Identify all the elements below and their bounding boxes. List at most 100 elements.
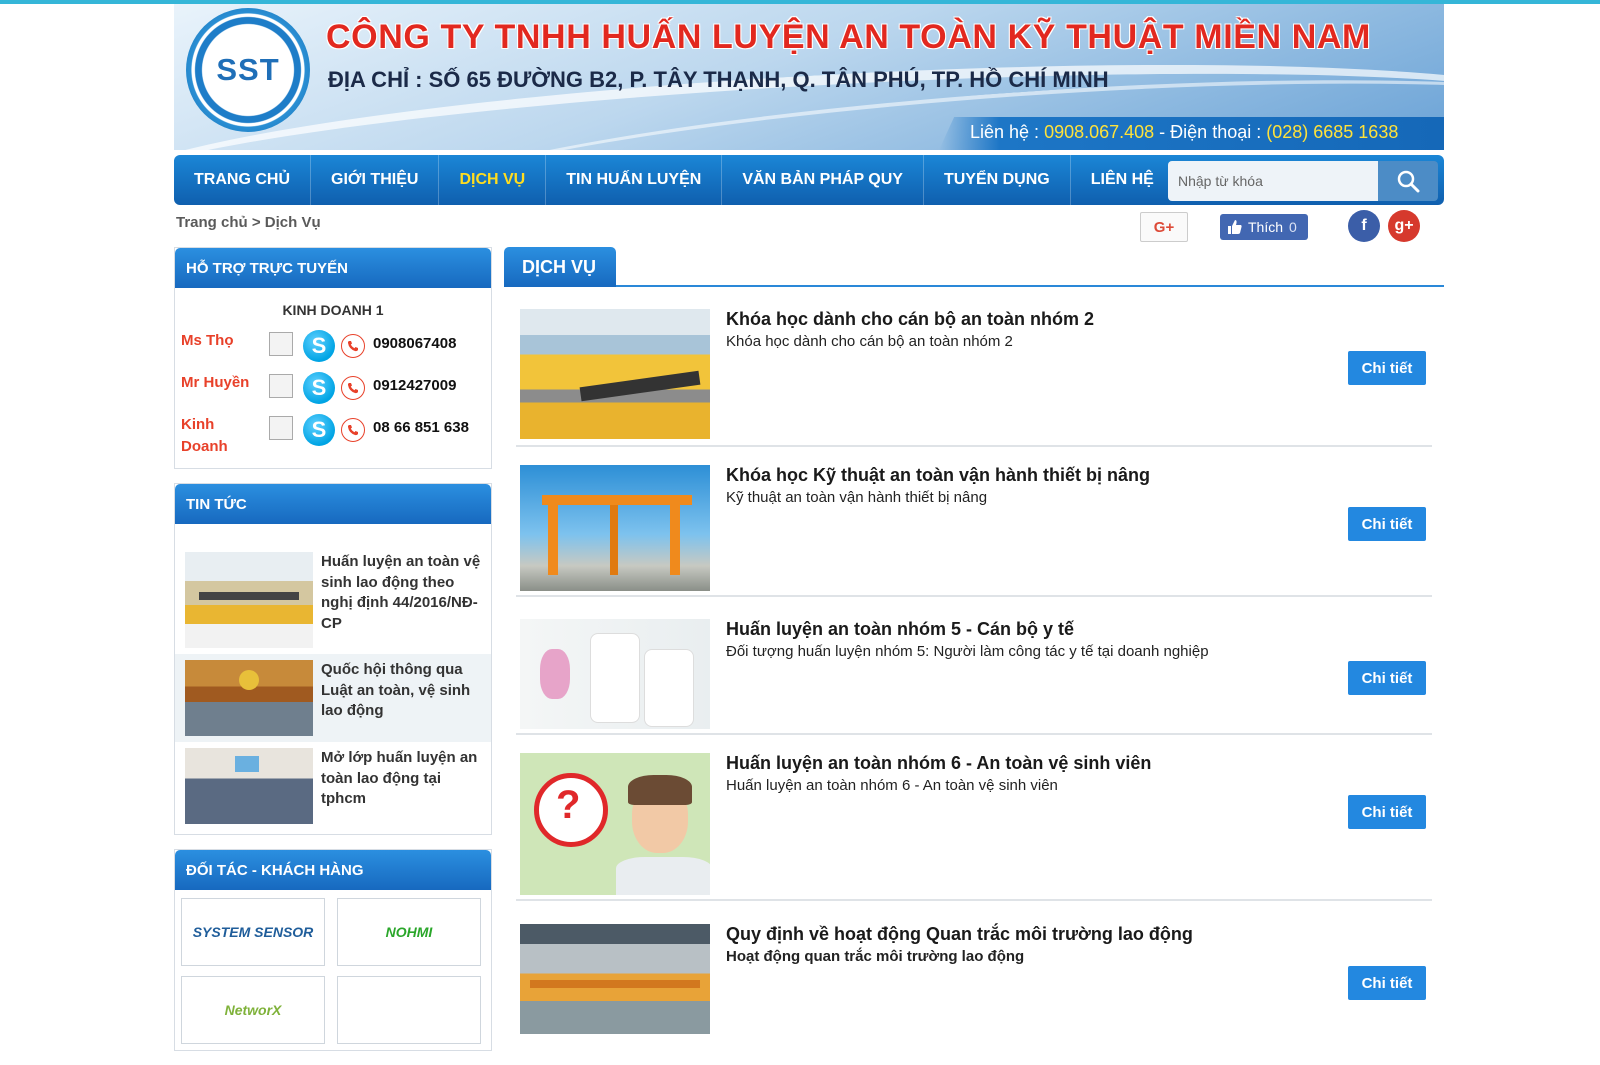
news-box: TIN TỨC Huấn luyện an toàn vệ sinh lao đ…: [174, 483, 492, 835]
page-container: SST CÔNG TY TNHH HUẤN LUYỆN AN TOÀN KỸ T…: [174, 4, 1444, 1051]
news-item-title[interactable]: Mở lớp huấn luyện an toàn lao động tại t…: [321, 748, 481, 824]
contact-label: Liên hệ :: [970, 122, 1045, 142]
support-contact-name: Mr Huyền: [181, 374, 250, 391]
search-icon: [1397, 170, 1420, 193]
partner-logo-networx[interactable]: NetworX: [181, 976, 325, 1044]
news-title: TIN TỨC: [175, 484, 491, 524]
nav-item-about[interactable]: GIỚI THIỆU: [311, 155, 440, 205]
like-label: Thích: [1248, 219, 1284, 235]
phone-label: - Điện thoại :: [1154, 122, 1267, 142]
service-description: Huấn luyện an toàn nhóm 6 - An toàn vệ s…: [726, 777, 1058, 794]
support-contact: Ms Thọ S 0908067408: [175, 324, 491, 366]
news-item[interactable]: Mở lớp huấn luyện an toàn lao động tại t…: [185, 742, 481, 830]
support-box: HỖ TRỢ TRỰC TUYẾN KINH DOANH 1 Ms Thọ S …: [174, 247, 492, 469]
section-header: DỊCH VỤ: [504, 247, 1444, 287]
skype-icon[interactable]: S: [303, 330, 335, 362]
nav-item-services[interactable]: DỊCH VỤ: [439, 155, 547, 205]
service-title[interactable]: Huấn luyện an toàn nhóm 5 - Cán bộ y tế: [726, 619, 1074, 640]
company-name: CÔNG TY TNHH HUẤN LUYỆN AN TOÀN KỸ THUẬT…: [326, 18, 1371, 56]
news-thumbnail[interactable]: [185, 748, 313, 824]
search-button[interactable]: [1378, 161, 1438, 201]
details-button[interactable]: Chi tiết: [1348, 507, 1426, 541]
partner-logo-system-sensor[interactable]: SYSTEM SENSOR: [181, 898, 325, 966]
support-contact-name: Ms Thọ: [181, 332, 234, 349]
partner-logo[interactable]: [337, 976, 481, 1044]
service-item: Huấn luyện an toàn nhóm 5 - Cán bộ y tế …: [516, 619, 1432, 735]
service-description: Khóa học dành cho cán bộ an toàn nhóm 2: [726, 333, 1013, 350]
news-item[interactable]: Quốc hội thông qua Luật an toàn, vệ sinh…: [175, 654, 491, 742]
service-image[interactable]: ?: [520, 753, 710, 895]
news-thumbnail[interactable]: [185, 552, 313, 648]
office-phone: (028) 6685 1638: [1266, 122, 1399, 142]
support-contact: Mr Huyền S 0912427009: [175, 366, 491, 408]
skype-icon[interactable]: S: [303, 372, 335, 404]
details-button[interactable]: Chi tiết: [1348, 661, 1426, 695]
facebook-icon[interactable]: f: [1348, 210, 1380, 242]
phone-icon: [341, 418, 365, 442]
support-contact: Kinh Doanh S 08 66 851 638: [175, 408, 491, 468]
service-image[interactable]: [520, 619, 710, 729]
yahoo-status-icon[interactable]: [269, 374, 293, 398]
service-item: Khóa học dành cho cán bộ an toàn nhóm 2 …: [516, 309, 1432, 447]
phone-icon: [341, 334, 365, 358]
service-title[interactable]: Huấn luyện an toàn nhóm 6 - An toàn vệ s…: [726, 753, 1151, 774]
nav-item-home[interactable]: TRANG CHỦ: [174, 155, 311, 205]
support-contact-phone: 0908067408: [373, 335, 457, 352]
service-title[interactable]: Khóa học dành cho cán bộ an toàn nhóm 2: [726, 309, 1094, 330]
details-button[interactable]: Chi tiết: [1348, 795, 1426, 829]
support-title: HỖ TRỢ TRỰC TUYẾN: [175, 248, 491, 288]
yahoo-status-icon[interactable]: [269, 416, 293, 440]
support-contact-phone: 08 66 851 638: [373, 419, 469, 436]
skype-icon[interactable]: S: [303, 414, 335, 446]
company-logo[interactable]: SST: [186, 8, 310, 132]
service-description: Kỹ thuật an toàn vận hành thiết bị nâng: [726, 489, 988, 506]
breadcrumb: Trang chủ > Dịch Vụ: [176, 214, 321, 231]
partners-box: ĐỐI TÁC - KHÁCH HÀNG SYSTEM SENSOR NOHMI…: [174, 849, 492, 1051]
support-group-title: KINH DOANH 1: [282, 302, 384, 318]
service-description: Đối tượng huấn luyện nhóm 5: Người làm c…: [726, 643, 1209, 660]
service-title[interactable]: Quy định về hoạt động Quan trắc môi trườ…: [726, 924, 1193, 945]
service-item: Khóa học Kỹ thuật an toàn vận hành thiết…: [516, 465, 1432, 597]
service-item: Quy định về hoạt động Quan trắc môi trườ…: [516, 924, 1432, 1034]
nav-item-legal-docs[interactable]: VĂN BẢN PHÁP QUY: [722, 155, 924, 205]
nav-item-recruitment[interactable]: TUYỂN DỤNG: [924, 155, 1071, 205]
contact-info: Liên hệ : 0908.067.408 - Điện thoại : (0…: [970, 122, 1398, 143]
news-item-title[interactable]: Quốc hội thông qua Luật an toàn, vệ sinh…: [321, 660, 481, 736]
service-title[interactable]: Khóa học Kỹ thuật an toàn vận hành thiết…: [726, 465, 1150, 486]
partners-title: ĐỐI TÁC - KHÁCH HÀNG: [175, 850, 491, 890]
service-description: Hoạt động quan trắc môi trường lao động: [726, 948, 1025, 965]
news-item-title[interactable]: Huấn luyện an toàn vệ sinh lao động theo…: [321, 552, 481, 648]
service-image[interactable]: [520, 465, 710, 591]
partner-logo-nohmi[interactable]: NOHMI: [337, 898, 481, 966]
logo-text: SST: [216, 52, 280, 87]
service-image[interactable]: [520, 309, 710, 439]
breadcrumb-current: Dịch Vụ: [264, 214, 321, 231]
support-contact-name: Kinh Doanh: [181, 416, 228, 455]
breadcrumb-home[interactable]: Trang chủ: [176, 214, 248, 231]
breadcrumb-separator: >: [247, 214, 265, 231]
details-button[interactable]: Chi tiết: [1348, 351, 1426, 385]
support-contact-phone: 0912427009: [373, 377, 457, 394]
details-button[interactable]: Chi tiết: [1348, 966, 1426, 1000]
nav-item-training-news[interactable]: TIN HUẤN LUYỆN: [546, 155, 723, 205]
thumbs-up-icon: [1228, 220, 1242, 234]
search-input[interactable]: [1168, 161, 1378, 201]
news-thumbnail[interactable]: [185, 660, 313, 736]
phone-icon: [341, 376, 365, 400]
search-box: [1168, 161, 1438, 201]
section-tab: DỊCH VỤ: [504, 247, 616, 287]
gplus-share-button[interactable]: G+: [1140, 212, 1188, 242]
sidebar: HỖ TRỢ TRỰC TUYẾN KINH DOANH 1 Ms Thọ S …: [174, 247, 492, 1065]
like-count: 0: [1289, 219, 1297, 235]
service-item: ? Huấn luyện an toàn nhóm 6 - An toàn vệ…: [516, 753, 1432, 901]
yahoo-status-icon[interactable]: [269, 332, 293, 356]
company-address: ĐỊA CHỈ : SỐ 65 ĐƯỜNG B2, P. TÂY THẠNH, …: [328, 67, 1109, 92]
header-banner: SST CÔNG TY TNHH HUẤN LUYỆN AN TOÀN KỸ T…: [174, 4, 1444, 150]
service-image[interactable]: [520, 924, 710, 1034]
news-item[interactable]: Huấn luyện an toàn vệ sinh lao động theo…: [185, 546, 481, 654]
main-content: DỊCH VỤ Khóa học dành cho cán bộ an toàn…: [504, 247, 1444, 1034]
facebook-like-button[interactable]: Thích 0: [1220, 214, 1308, 240]
googleplus-icon[interactable]: g+: [1388, 210, 1420, 242]
contact-phone: 0908.067.408: [1044, 122, 1155, 142]
nav-item-contact[interactable]: LIÊN HỆ: [1071, 155, 1174, 205]
